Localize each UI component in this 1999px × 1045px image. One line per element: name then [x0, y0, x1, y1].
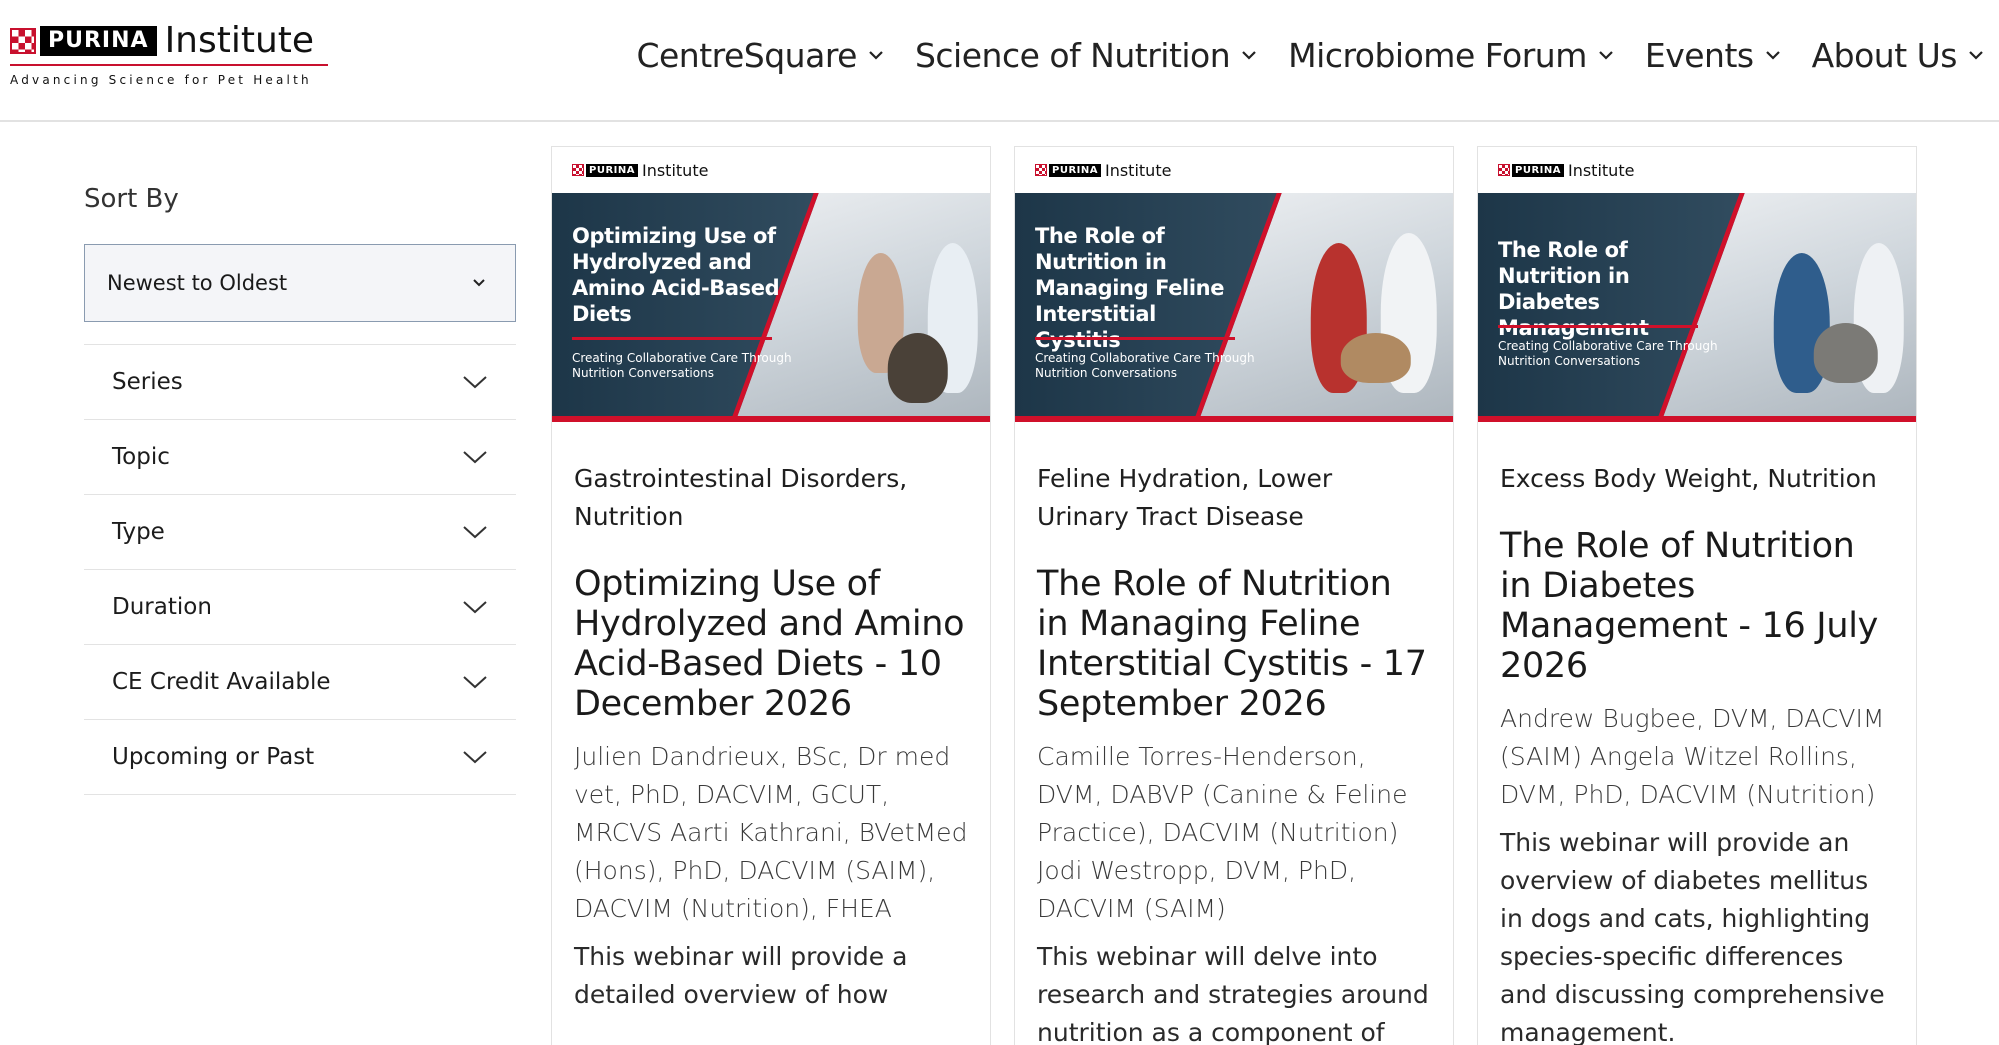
card-thumbnail: PURINA Institute The Role of Nutrition i… [1478, 147, 1916, 422]
thumbnail-name: Institute [1567, 160, 1635, 180]
webinar-card[interactable]: PURINA Institute The Role of Nutrition i… [1477, 146, 1917, 1045]
logo-name: Institute [164, 20, 315, 61]
banner-bottom-stripe [1478, 416, 1916, 422]
chevron-down-icon [463, 376, 487, 389]
filter-label: Topic [112, 444, 170, 470]
banner-subtitle: Creating Collaborative Care Through Nutr… [1498, 339, 1718, 368]
filter-label: Upcoming or Past [112, 744, 315, 770]
thumbnail-logo: PURINA Institute [1015, 147, 1453, 193]
card-thumbnail: PURINA Institute Optimizing Use of Hydro… [552, 147, 990, 422]
thumbnail-logo: PURINA Institute [1478, 147, 1916, 193]
card-authors: Julien Dandrieux, BSc, Dr med vet, PhD, … [574, 742, 968, 923]
nav-label: Events [1644, 35, 1754, 75]
thumbnail-brand: PURINA [1049, 163, 1101, 177]
filter-label: CE Credit Available [112, 669, 331, 695]
sort-select[interactable]: Newest to Oldest [84, 244, 516, 322]
chevron-down-icon [463, 526, 487, 539]
card-body: Excess Body Weight, Nutrition The Role o… [1478, 422, 1916, 1045]
thumbnail-brand: PURINA [586, 163, 638, 177]
nav-item-microbiome-forum[interactable]: Microbiome Forum [1288, 36, 1615, 75]
banner-subtitle: Creating Collaborative Care Through Nutr… [1035, 351, 1255, 380]
card-description: This webinar will provide an overview of… [1500, 828, 1885, 1045]
thumbnail-banner: The Role of Nutrition in Managing Feline… [1015, 193, 1453, 422]
chevron-down-icon [1969, 51, 1983, 60]
filter-label: Series [112, 369, 183, 395]
nav-item-events[interactable]: Events [1645, 36, 1782, 75]
card-description: This webinar will provide a detailed ove… [574, 942, 908, 1009]
thumbnail-name: Institute [1104, 160, 1172, 180]
sort-selected-value: Newest to Oldest [107, 271, 288, 295]
chevron-down-icon [1765, 51, 1780, 60]
main-nav: CentreSquare Science of Nutrition Microb… [636, 30, 1985, 80]
chevron-down-icon [1242, 51, 1256, 60]
nav-item-science-of-nutrition[interactable]: Science of Nutrition [915, 36, 1258, 75]
filter-label: Type [112, 519, 165, 545]
card-thumbnail: PURINA Institute The Role of Nutrition i… [1015, 147, 1453, 422]
webinar-card[interactable]: PURINA Institute The Role of Nutrition i… [1014, 146, 1454, 1045]
logo-brand: PURINA [40, 26, 157, 56]
filter-series[interactable]: Series [84, 345, 516, 420]
filter-upcoming-or-past[interactable]: Upcoming or Past [84, 720, 516, 795]
chevron-down-icon [473, 279, 485, 287]
banner-title: Optimizing Use of Hydrolyzed and Amino A… [572, 224, 780, 326]
chevron-down-icon [1599, 51, 1613, 60]
logo-underline [10, 64, 328, 66]
chevron-down-icon [463, 751, 487, 764]
chevron-down-icon [463, 676, 487, 689]
filter-topic[interactable]: Topic [84, 420, 516, 495]
card-title[interactable]: The Role of Nutrition in Managing Feline… [1037, 564, 1431, 724]
card-authors: Camille Torres-Henderson, DVM, DABVP (Ca… [1037, 742, 1408, 923]
card-title[interactable]: Optimizing Use of Hydrolyzed and Amino A… [574, 564, 968, 724]
card-description: This webinar will delve into research an… [1037, 942, 1429, 1045]
site-header: PURINA Institute Advancing Science for P… [0, 0, 1999, 122]
banner-rule [1035, 337, 1235, 340]
checkerboard-icon [1035, 164, 1047, 176]
sort-by-heading: Sort By [84, 184, 179, 214]
filter-ce-credit[interactable]: CE Credit Available [84, 645, 516, 720]
card-body: Feline Hydration, Lower Urinary Tract Di… [1015, 422, 1453, 1045]
banner-bottom-stripe [1015, 416, 1453, 422]
thumbnail-banner: Optimizing Use of Hydrolyzed and Amino A… [552, 193, 990, 422]
card-body: Gastrointestinal Disorders, Nutrition Op… [552, 422, 990, 1014]
nav-label: About Us [1811, 35, 1958, 75]
nav-label: CentreSquare [636, 35, 857, 75]
thumbnail-logo: PURINA Institute [552, 147, 990, 193]
filter-duration[interactable]: Duration [84, 570, 516, 645]
checkerboard-icon [1498, 164, 1510, 176]
checkerboard-icon [572, 164, 584, 176]
card-topics: Feline Hydration, Lower Urinary Tract Di… [1037, 464, 1333, 531]
nav-label: Science of Nutrition [914, 35, 1231, 75]
filter-list: Series Topic Type Duration CE Credit Ava… [84, 344, 516, 795]
card-topics: Excess Body Weight, Nutrition [1500, 464, 1877, 493]
filter-type[interactable]: Type [84, 495, 516, 570]
nav-item-about-us[interactable]: About Us [1812, 36, 1985, 75]
webinar-card[interactable]: PURINA Institute Optimizing Use of Hydro… [551, 146, 991, 1045]
banner-rule [572, 337, 772, 340]
nav-label: Microbiome Forum [1288, 35, 1587, 75]
card-title[interactable]: The Role of Nutrition in Diabetes Manage… [1500, 526, 1894, 686]
banner-rule [1498, 325, 1698, 328]
thumbnail-name: Institute [641, 160, 709, 180]
chevron-down-icon [463, 451, 487, 464]
checkerboard-icon [10, 28, 36, 54]
thumbnail-brand: PURINA [1512, 163, 1564, 177]
chevron-down-icon [463, 601, 487, 614]
logo-tagline: Advancing Science for Pet Health [10, 73, 312, 87]
filter-sidebar: Sort By Newest to Oldest Series Topic Ty… [84, 122, 516, 795]
banner-subtitle: Creating Collaborative Care Through Nutr… [572, 351, 792, 380]
thumbnail-banner: The Role of Nutrition in Diabetes Manage… [1478, 193, 1916, 422]
banner-title: The Role of Nutrition in Managing Feline… [1035, 224, 1225, 352]
purina-institute-logo[interactable]: PURINA Institute Advancing Science for P… [10, 20, 330, 87]
filter-label: Duration [112, 594, 212, 620]
card-authors: Andrew Bugbee, DVM, DACVIM (SAIM) Angela… [1500, 704, 1885, 809]
card-topics: Gastrointestinal Disorders, Nutrition [574, 464, 908, 531]
banner-bottom-stripe [552, 416, 990, 422]
chevron-down-icon [869, 51, 883, 60]
nav-item-centresquare[interactable]: CentreSquare [636, 36, 885, 75]
